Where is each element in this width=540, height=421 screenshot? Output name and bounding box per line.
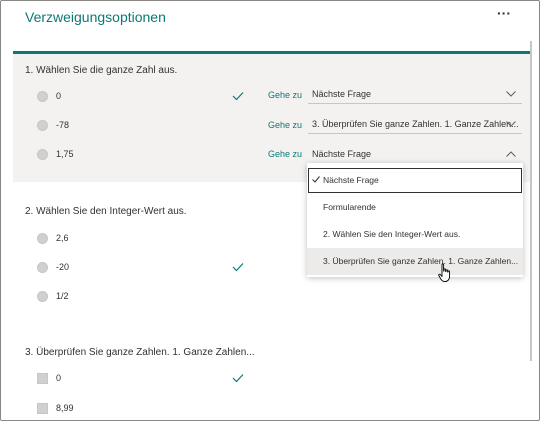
chevron-up-icon xyxy=(506,151,516,157)
ellipsis-icon[interactable]: ··· xyxy=(497,5,511,21)
goto-label: Gehe zu xyxy=(268,120,303,130)
radio-button[interactable] xyxy=(37,148,48,160)
option-label: 0 xyxy=(56,373,62,383)
menu-item-question-3[interactable]: 3. Überprüfen Sie ganze Zahlen. 1. Ganze… xyxy=(307,248,523,275)
option-label: -20 xyxy=(56,262,70,272)
page-title: Verzweigungsoptionen xyxy=(25,9,166,25)
menu-item-next-question[interactable]: Nächste Frage xyxy=(307,167,523,194)
radio-button[interactable] xyxy=(37,232,48,244)
option-label: 1/2 xyxy=(56,291,69,301)
menu-item-label: 2. Wählen Sie den Integer-Wert aus. xyxy=(323,229,461,239)
radio-button[interactable] xyxy=(37,290,48,302)
branch-dropdown-2[interactable]: 3. Überprüfen Sie ganze Zahlen. 1. Ganze… xyxy=(308,117,522,134)
question-1-option-1[interactable]: 0 xyxy=(37,89,61,103)
question-2-title: 2. Wählen Sie den Integer-Wert aus. xyxy=(25,206,187,217)
checkbox[interactable] xyxy=(37,372,48,384)
dropdown-value: Nächste Frage xyxy=(312,149,372,159)
question-1-option-2[interactable]: -78 xyxy=(37,118,69,132)
goto-label: Gehe zu xyxy=(268,90,303,100)
checkbox[interactable] xyxy=(37,402,48,414)
question-2-option-3[interactable]: 1/2 xyxy=(37,289,69,303)
question-2-option-1[interactable]: 2,6 xyxy=(37,231,69,245)
menu-item-label: Formularende xyxy=(323,202,376,212)
question-3-option-1[interactable]: 0 xyxy=(37,371,61,385)
question-1-title: 1. Wählen Sie die ganze Zahl aus. xyxy=(25,65,178,76)
menu-item-question-2[interactable]: 2. Wählen Sie den Integer-Wert aus. xyxy=(307,221,523,248)
checkmark-icon xyxy=(232,263,244,272)
question-3-title: 3. Überprüfen Sie ganze Zahlen. 1. Ganze… xyxy=(25,347,255,358)
menu-item-label: 3. Überprüfen Sie ganze Zahlen. 1. Ganze… xyxy=(323,256,519,266)
scrollbar[interactable] xyxy=(530,41,532,361)
question-3-option-2[interactable]: 8,99 xyxy=(37,401,74,415)
question-1-option-3[interactable]: 1,75 xyxy=(37,147,74,161)
branch-dropdown-3[interactable]: Nächste Frage xyxy=(308,147,522,163)
chevron-down-icon xyxy=(506,121,516,127)
question-2-option-2[interactable]: -20 xyxy=(37,260,69,274)
dropdown-value: Nächste Frage xyxy=(312,89,372,99)
checkmark-icon xyxy=(232,374,244,383)
radio-button[interactable] xyxy=(37,119,48,131)
option-label: 8,99 xyxy=(56,403,74,413)
option-label: 1,75 xyxy=(56,149,74,159)
branch-dropdown-menu: Nächste Frage Formularende 2. Wählen Sie… xyxy=(307,163,523,277)
radio-button[interactable] xyxy=(37,90,48,102)
branch-dropdown-1[interactable]: Nächste Frage xyxy=(308,87,522,104)
option-label: -78 xyxy=(56,120,70,130)
checkmark-icon xyxy=(312,176,320,183)
checkmark-icon xyxy=(232,92,244,101)
radio-button[interactable] xyxy=(37,261,48,273)
goto-label: Gehe zu xyxy=(268,149,303,159)
menu-item-label: Nächste Frage xyxy=(323,175,379,185)
option-label: 0 xyxy=(56,91,62,101)
hand-cursor-icon xyxy=(438,263,451,282)
dropdown-value: 3. Überprüfen Sie ganze Zahlen. 1. Ganze… xyxy=(312,119,519,129)
option-label: 2,6 xyxy=(56,233,69,243)
chevron-down-icon xyxy=(506,91,516,97)
menu-item-form-end[interactable]: Formularende xyxy=(307,194,523,221)
branching-options-panel: Verzweigungsoptionen ··· 1. Wählen Sie d… xyxy=(0,0,540,421)
